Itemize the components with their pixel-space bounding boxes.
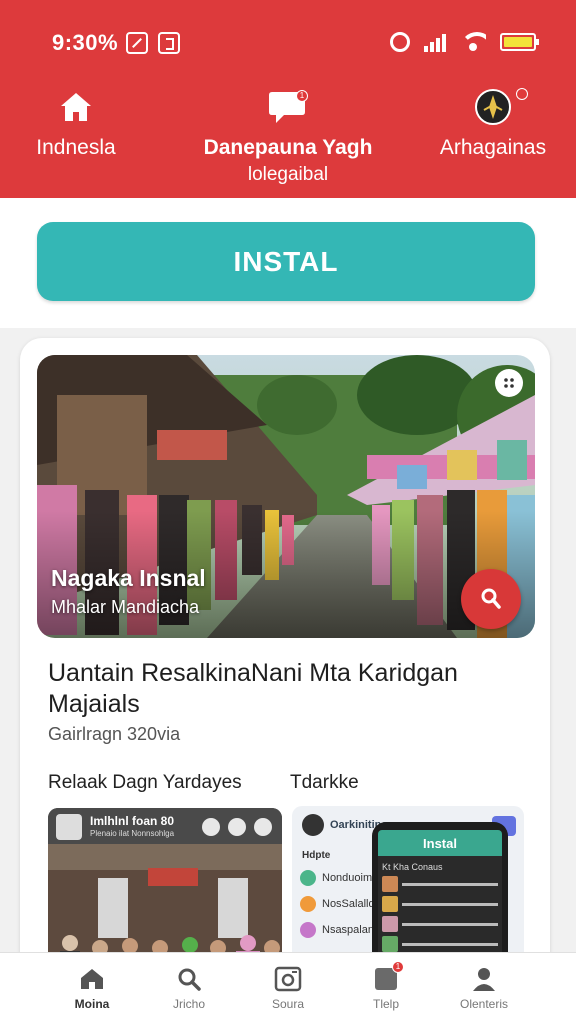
wifi-icon [460, 32, 486, 52]
install-section: INSTAL [0, 198, 576, 328]
bottom-nav-label: Olenteris [459, 997, 509, 1011]
home-icon [81, 969, 103, 989]
section-heading-right[interactable]: Tdarkke [290, 772, 359, 794]
video-title: Imlhlnl foan 80 [90, 814, 175, 828]
header-nav-label: Indnesla [36, 136, 116, 159]
hero-image[interactable]: Nagaka Insnal Mhalar Mandiacha [37, 355, 535, 638]
status-bar: 9:30% [0, 26, 576, 62]
notification-badge: 1 [296, 90, 308, 102]
bottom-nav-inbox[interactable]: 1 Tlelp [336, 961, 436, 1011]
heart-icon[interactable] [202, 818, 220, 836]
more-options-button[interactable] [495, 369, 523, 397]
compass-icon [475, 89, 511, 125]
preview-row-label: NosSalalld [322, 898, 375, 910]
video-subtitle: Plenaio ilat Nonnsohlga [90, 829, 175, 838]
search-fab[interactable] [461, 569, 521, 629]
header-nav-messages[interactable]: 1 Danepauna Yagh lolegaibal [190, 88, 386, 186]
post-title[interactable]: Uantain ResalkinaNani Mta Karidgan Majai… [48, 658, 528, 720]
preview-row: NosSalalld [300, 896, 375, 912]
bottom-nav-label: Jricho [172, 997, 205, 1011]
status-icon [300, 896, 316, 912]
bottom-nav-label: Moina [74, 997, 110, 1011]
section-heading-left[interactable]: Relaak Dagn Yardayes [48, 772, 242, 794]
bottom-navigation: Moina Jricho Soura 1 Tlelp Olenteris [0, 952, 576, 1024]
header-nav-label: Danepauna Yagh [203, 136, 373, 159]
hero-title: Nagaka Insnal [51, 565, 206, 591]
status-icons [390, 32, 539, 52]
preview-label: Hdpte [302, 850, 331, 861]
person-icon [473, 968, 495, 991]
signal-icon [424, 32, 446, 52]
bottom-nav-home[interactable]: Moina [42, 965, 142, 1011]
share-icon[interactable] [228, 818, 246, 836]
preview-row: Nonduoimlin [300, 870, 383, 886]
header-nav-explore[interactable]: Arhagainas [438, 88, 548, 160]
status-icon [300, 922, 316, 938]
header-nav-label: Arhagainas [439, 136, 547, 159]
post-meta: Gairlragn 320via [48, 724, 181, 744]
battery-icon [500, 33, 539, 51]
menu-icon[interactable] [254, 818, 272, 836]
avatar [56, 814, 82, 840]
home-icon [61, 93, 91, 121]
install-button[interactable]: INSTAL [37, 222, 535, 301]
notification-badge: 1 [392, 961, 404, 973]
notification-badge [516, 88, 528, 100]
phone-title: Instal [378, 830, 502, 856]
notification-icon [126, 32, 148, 54]
bottom-nav-label: Tlelp [372, 997, 399, 1011]
app-header: 9:30% Indnesla 1 Danepauna Yagh lolegaib… [0, 0, 576, 198]
bottom-nav-label: Soura [271, 997, 305, 1011]
header-nav-home[interactable]: Indnesla [36, 88, 116, 160]
status-icon [300, 870, 316, 886]
video-titlebar: Imlhlnl foan 80 Plenaio ilat Nonnsohlga [48, 808, 282, 844]
bottom-nav-profile[interactable]: Olenteris [434, 965, 534, 1011]
search-icon [178, 968, 201, 991]
header-nav-sublabel: lolegaibal [247, 164, 329, 185]
search-icon [481, 588, 501, 609]
bottom-nav-camera[interactable]: Soura [238, 965, 338, 1011]
status-time: 9:30% [52, 30, 119, 55]
more-icon [504, 378, 514, 388]
phone-subtitle: Kt Kha Conaus [382, 862, 443, 872]
notification-icon [158, 32, 180, 54]
camera-icon [274, 966, 302, 992]
bottom-nav-search[interactable]: Jricho [139, 965, 239, 1011]
hero-subtitle: Mhalar Mandiacha [51, 597, 200, 617]
feed-card: Nagaka Insnal Mhalar Mandiacha Uantain R… [20, 338, 550, 998]
avatar [302, 814, 324, 836]
alarm-icon [390, 32, 410, 52]
